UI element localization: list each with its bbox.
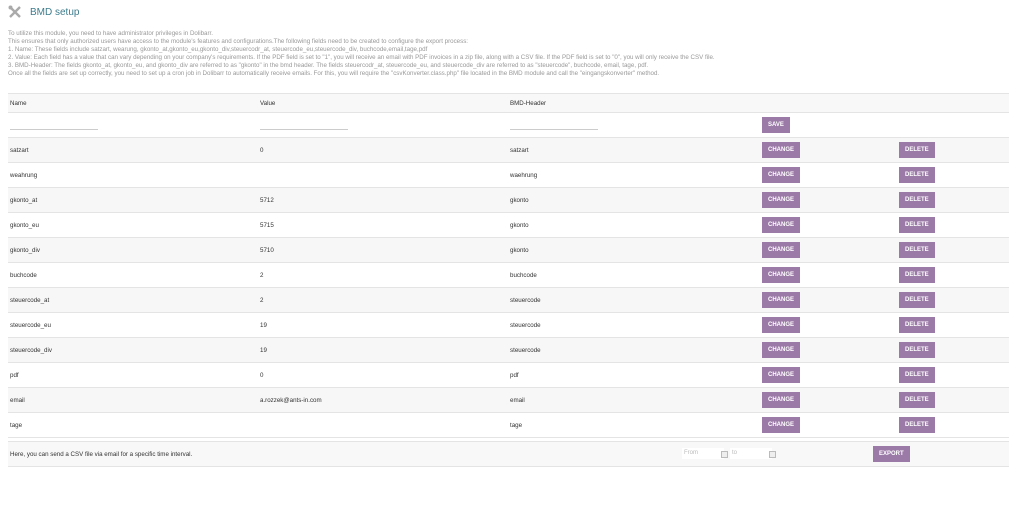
field-bmd-header: email: [508, 387, 760, 413]
save-button[interactable]: SAVE: [762, 117, 790, 133]
field-bmd-header: steuercode: [508, 312, 760, 338]
table-row: pdf 0 pdf CHANGE DELETE: [8, 362, 1009, 388]
change-button[interactable]: CHANGE: [762, 142, 801, 158]
delete-button[interactable]: DELETE: [899, 417, 935, 433]
field-name: tage: [8, 412, 258, 438]
field-name: email: [8, 387, 258, 413]
to-date-input[interactable]: to: [730, 448, 772, 459]
table-row: steuercode_div 19 steuercode CHANGE DELE…: [8, 337, 1009, 363]
field-value: 19: [258, 312, 508, 338]
page-title-text: BMD setup: [30, 6, 80, 18]
change-button[interactable]: CHANGE: [762, 392, 801, 408]
field-value: 5715: [258, 212, 508, 238]
intro-text: To utilize this module, you need to have…: [8, 30, 715, 79]
name-input[interactable]: [10, 119, 98, 130]
change-button[interactable]: CHANGE: [762, 167, 801, 183]
delete-button[interactable]: DELETE: [899, 292, 935, 308]
export-button[interactable]: EXPORT: [873, 446, 910, 462]
field-name: buchcode: [8, 262, 258, 288]
intro-line: To utilize this module, you need to have…: [8, 30, 213, 37]
change-button[interactable]: CHANGE: [762, 192, 801, 208]
column-header-bmd-header: BMD-Header: [508, 93, 760, 113]
export-bar: Here, you can send a CSV file via email …: [8, 441, 1009, 467]
intro-line: 1. Name: These fields include satzart, w…: [8, 46, 428, 54]
delete-button[interactable]: DELETE: [899, 267, 935, 283]
table-row: buchcode 2 buchcode CHANGE DELETE: [8, 262, 1009, 288]
bmd-header-input[interactable]: [510, 119, 598, 130]
column-header-value: Value: [258, 93, 508, 113]
intro-line: This ensures that only authorized users …: [8, 38, 469, 46]
export-description: Here, you can send a CSV file via email …: [10, 450, 193, 458]
change-button[interactable]: CHANGE: [762, 417, 801, 433]
table-row: gkonto_div 5710 gkonto CHANGE DELETE: [8, 237, 1009, 263]
field-name: steuercode_div: [8, 337, 258, 363]
field-name: satzart: [8, 137, 258, 163]
change-button[interactable]: CHANGE: [762, 242, 801, 258]
table-row: gkonto_at 5712 gkonto CHANGE DELETE: [8, 187, 1009, 213]
column-header-name: Name: [8, 93, 258, 113]
delete-button[interactable]: DELETE: [899, 342, 935, 358]
field-name: weahrung: [8, 162, 258, 188]
table-row: satzart 0 satzart CHANGE DELETE: [8, 137, 1009, 163]
table-row: steuercode_at 2 steuercode CHANGE DELETE: [8, 287, 1009, 313]
field-bmd-header: waehrung: [508, 162, 760, 188]
change-button[interactable]: CHANGE: [762, 267, 801, 283]
new-field-row: SAVE: [8, 112, 1009, 138]
change-button[interactable]: CHANGE: [762, 217, 801, 233]
from-date-input[interactable]: From: [682, 448, 724, 459]
field-value: 5712: [258, 187, 508, 213]
change-button[interactable]: CHANGE: [762, 367, 801, 383]
change-button[interactable]: CHANGE: [762, 317, 801, 333]
intro-line: 3. BMD-Header: The fields gkonto_at, gko…: [8, 62, 649, 70]
field-bmd-header: tage: [508, 412, 760, 438]
field-name: gkonto_div: [8, 237, 258, 263]
field-bmd-header: satzart: [508, 137, 760, 163]
field-value: 2: [258, 287, 508, 313]
field-value: 0: [258, 362, 508, 388]
field-name: gkonto_at: [8, 187, 258, 213]
field-bmd-header: steuercode: [508, 287, 760, 313]
delete-button[interactable]: DELETE: [899, 317, 935, 333]
value-input[interactable]: [260, 119, 348, 130]
field-bmd-header: steuercode: [508, 337, 760, 363]
delete-button[interactable]: DELETE: [899, 367, 935, 383]
intro-line: Once all the fields are set up correctly…: [8, 70, 660, 78]
table-row: tage tage CHANGE DELETE: [8, 412, 1009, 438]
field-name: pdf: [8, 362, 258, 388]
field-value: 19: [258, 337, 508, 363]
field-value: [258, 162, 508, 188]
page-title: BMD setup: [8, 5, 79, 19]
calendar-icon[interactable]: [769, 451, 776, 458]
delete-button[interactable]: DELETE: [899, 392, 935, 408]
table-row: gkonto_eu 5715 gkonto CHANGE DELETE: [8, 212, 1009, 238]
change-button[interactable]: CHANGE: [762, 342, 801, 358]
field-name: steuercode_at: [8, 287, 258, 313]
field-bmd-header: gkonto: [508, 212, 760, 238]
field-value: 5710: [258, 237, 508, 263]
fields-table: Name Value BMD-Header SAVE satzart 0 sat…: [8, 93, 1009, 438]
field-bmd-header: buchcode: [508, 262, 760, 288]
field-name: steuercode_eu: [8, 312, 258, 338]
field-bmd-header: gkonto: [508, 187, 760, 213]
table-row: weahrung waehrung CHANGE DELETE: [8, 162, 1009, 188]
field-value: [258, 412, 508, 438]
delete-button[interactable]: DELETE: [899, 142, 935, 158]
delete-button[interactable]: DELETE: [899, 242, 935, 258]
table-row: email a.rozzek@ants-in.com email CHANGE …: [8, 387, 1009, 413]
intro-line: 2. Value: Each field has a value that ca…: [8, 54, 715, 62]
calendar-icon[interactable]: [721, 451, 728, 458]
delete-button[interactable]: DELETE: [899, 192, 935, 208]
field-name: gkonto_eu: [8, 212, 258, 238]
change-button[interactable]: CHANGE: [762, 292, 801, 308]
delete-button[interactable]: DELETE: [899, 167, 935, 183]
field-value: 2: [258, 262, 508, 288]
field-value: a.rozzek@ants-in.com: [258, 387, 508, 413]
table-row: steuercode_eu 19 steuercode CHANGE DELET…: [8, 312, 1009, 338]
tools-icon: [8, 5, 21, 18]
delete-button[interactable]: DELETE: [899, 217, 935, 233]
field-bmd-header: gkonto: [508, 237, 760, 263]
field-value: 0: [258, 137, 508, 163]
field-bmd-header: pdf: [508, 362, 760, 388]
